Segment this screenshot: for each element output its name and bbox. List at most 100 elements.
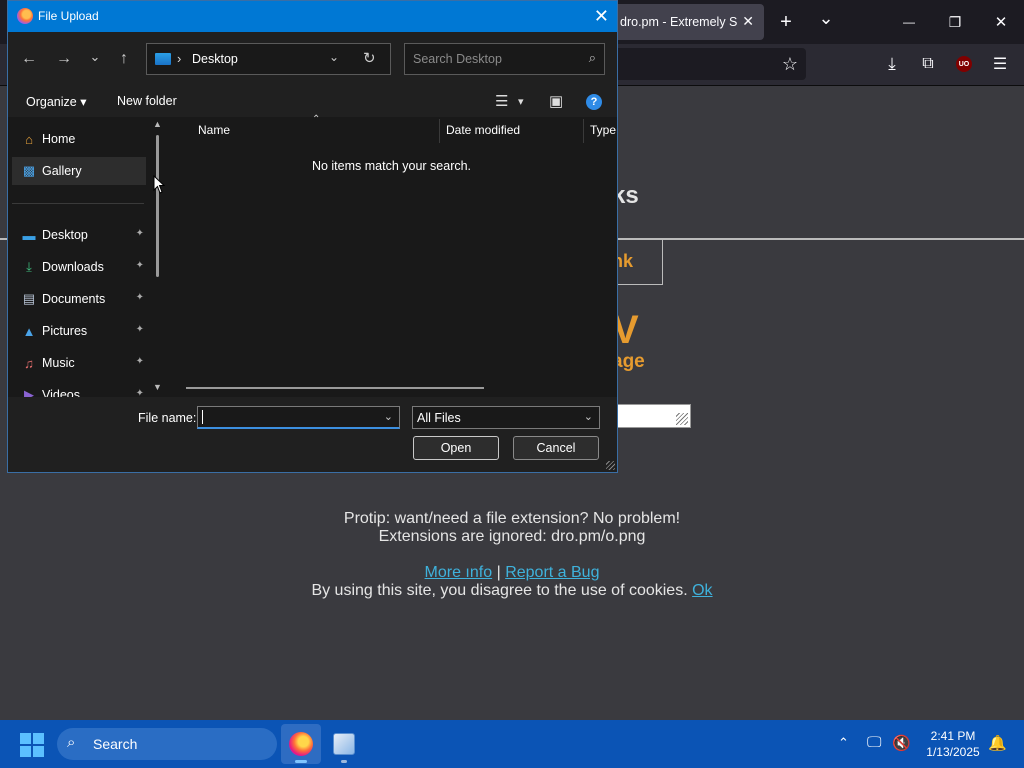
clock-time: 2:41 PM xyxy=(930,729,976,743)
notification-icon[interactable]: 🔔 xyxy=(988,734,1007,752)
extensions-icon[interactable]: ⧉ xyxy=(914,50,942,78)
pin-icon: ✦ xyxy=(135,324,144,335)
network-icon[interactable]: 🖵 xyxy=(867,734,881,751)
system-clock[interactable]: 2:41 PM 1/13/2025 xyxy=(920,728,986,760)
size-grip-icon[interactable] xyxy=(606,461,615,470)
dialog-title: File Upload xyxy=(38,9,99,23)
nav-item-label: Documents xyxy=(42,292,106,306)
back-button[interactable]: ← xyxy=(17,48,41,70)
tab-list-button[interactable]: ⌄ xyxy=(812,4,840,32)
file-upload-dialog: File Upload ✕ ← → ⌄ ↑ › Desktop ⌄ ↻ Sear… xyxy=(7,0,618,473)
nav-item-home[interactable]: ⌂ Home xyxy=(12,125,146,153)
bookmark-star-icon[interactable]: ☆ xyxy=(776,50,804,78)
nav-item-label: Pictures xyxy=(42,324,88,338)
view-options-icon[interactable]: ☰ xyxy=(495,92,508,110)
scroll-down-icon[interactable]: ▼ xyxy=(153,382,162,392)
taskbar-search[interactable]: ⌕ Search xyxy=(57,728,277,760)
tray-overflow-icon[interactable]: ⌃ xyxy=(838,735,849,751)
file-type-select[interactable]: All Files ⌄ xyxy=(412,406,600,429)
nav-item-downloads[interactable]: ⤓ Downloads ✦ xyxy=(12,253,146,281)
navigation-pane: ⌂ Home ▩ Gallery ▬ Desktop ✦ ⤓ Downloads… xyxy=(8,117,166,397)
forward-button[interactable]: → xyxy=(52,48,76,70)
desktop-location-icon xyxy=(155,53,171,65)
ublock-icon[interactable]: UO xyxy=(950,50,978,78)
pin-icon: ✦ xyxy=(135,228,144,239)
nav-item-documents[interactable]: ▤ Documents ✦ xyxy=(12,285,146,313)
dialog-title-bar[interactable]: File Upload ✕ xyxy=(8,1,617,32)
search-input[interactable]: Search Desktop ⌕ xyxy=(404,43,605,75)
gallery-icon: ▩ xyxy=(22,163,36,178)
cancel-button[interactable]: Cancel xyxy=(513,436,599,460)
new-folder-button[interactable]: New folder xyxy=(117,94,177,108)
organize-button[interactable]: Organize ▾ xyxy=(26,94,86,109)
nav-item-videos[interactable]: ▶ Videos ✦ xyxy=(12,381,146,397)
nav-item-label: Downloads xyxy=(42,260,104,274)
nav-item-music[interactable]: ♫ Music ✦ xyxy=(12,349,146,377)
horizontal-scrollbar[interactable] xyxy=(186,387,484,389)
address-bar[interactable]: › Desktop ⌄ ↻ xyxy=(146,43,391,75)
search-icon[interactable]: ⌕ xyxy=(589,50,596,66)
dialog-close-button[interactable]: ✕ xyxy=(594,6,609,27)
report-bug-link[interactable]: Report a Bug xyxy=(505,564,599,581)
windows-logo-tile xyxy=(33,733,44,744)
windows-logo-tile xyxy=(20,733,31,744)
refresh-icon[interactable]: ↻ xyxy=(363,49,376,67)
file-name-dropdown-icon[interactable]: ⌄ xyxy=(384,410,393,423)
downloads-icon[interactable]: ⤓ xyxy=(878,50,906,78)
tab-close-icon[interactable]: ✕ xyxy=(742,13,754,30)
column-separator[interactable] xyxy=(439,119,440,143)
open-button[interactable]: Open xyxy=(413,436,499,460)
file-list-pane: ⌃ Name Date modified Type No items match… xyxy=(166,114,617,397)
search-icon: ⌕ xyxy=(67,734,76,751)
column-separator[interactable] xyxy=(583,119,584,143)
nav-item-label: Videos xyxy=(42,388,80,397)
windows-logo-tile xyxy=(33,746,44,757)
address-row: ← → ⌄ ↑ › Desktop ⌄ ↻ Search Desktop ⌕ xyxy=(8,32,617,86)
up-button[interactable]: ↑ xyxy=(112,48,136,70)
recent-locations-button[interactable]: ⌄ xyxy=(83,46,107,68)
sort-ascending-icon: ⌃ xyxy=(312,114,321,125)
desktop-icon: ▬ xyxy=(22,227,36,243)
nav-item-pictures[interactable]: ▲ Pictures ✦ xyxy=(12,317,146,345)
new-tab-button[interactable]: + xyxy=(772,8,800,36)
url-bar[interactable]: ☆ xyxy=(612,48,806,80)
page-textarea[interactable] xyxy=(612,404,691,428)
start-button[interactable] xyxy=(20,733,44,757)
nav-scrollbar[interactable]: ▲ ▼ xyxy=(151,117,165,397)
file-name-input[interactable]: ⌄ xyxy=(197,406,400,429)
window-close-button[interactable]: ✕ xyxy=(987,8,1015,36)
column-header-type[interactable]: Type xyxy=(590,123,616,137)
breadcrumb-separator: › xyxy=(177,51,182,66)
restore-button[interactable]: ❐ xyxy=(941,8,969,36)
nav-item-label: Music xyxy=(42,356,75,370)
running-indicator xyxy=(341,760,347,763)
view-dropdown-icon[interactable]: ▾ xyxy=(518,95,524,108)
help-icon[interactable]: ? xyxy=(586,94,602,110)
resize-grip-icon[interactable] xyxy=(676,413,688,425)
breadcrumb-desktop[interactable]: Desktop xyxy=(192,52,238,66)
nav-item-desktop[interactable]: ▬ Desktop ✦ xyxy=(12,221,146,249)
taskbar-search-label: Search xyxy=(93,736,138,752)
ublock-badge: UO xyxy=(956,56,972,72)
videos-icon: ▶ xyxy=(24,387,34,397)
cookie-ok-link[interactable]: Ok xyxy=(692,582,712,599)
minimize-button[interactable]: — xyxy=(895,8,923,36)
column-header-name[interactable]: Name xyxy=(198,123,230,137)
pin-icon: ✦ xyxy=(135,292,144,303)
nav-scroll-thumb[interactable] xyxy=(156,135,159,277)
mouse-pointer-icon xyxy=(153,175,165,194)
taskbar-control-panel[interactable] xyxy=(324,724,364,764)
taskbar-firefox[interactable] xyxy=(281,724,321,764)
more-info-link[interactable]: More ınfo xyxy=(425,564,493,581)
file-type-dropdown-icon[interactable]: ⌄ xyxy=(584,410,593,423)
volume-muted-icon[interactable]: 🔇 xyxy=(892,734,911,752)
text-caret xyxy=(202,410,203,424)
home-icon: ⌂ xyxy=(25,131,33,147)
browser-tab-active[interactable]: dro.pm - Extremely Sh ✕ xyxy=(612,4,764,40)
preview-pane-icon[interactable]: ▣ xyxy=(549,92,563,110)
column-header-date-modified[interactable]: Date modified xyxy=(446,123,520,137)
nav-item-gallery[interactable]: ▩ Gallery xyxy=(12,157,146,185)
scroll-up-icon[interactable]: ▲ xyxy=(153,119,162,129)
menu-icon[interactable]: ☰ xyxy=(986,50,1014,78)
address-dropdown-icon[interactable]: ⌄ xyxy=(329,50,339,64)
